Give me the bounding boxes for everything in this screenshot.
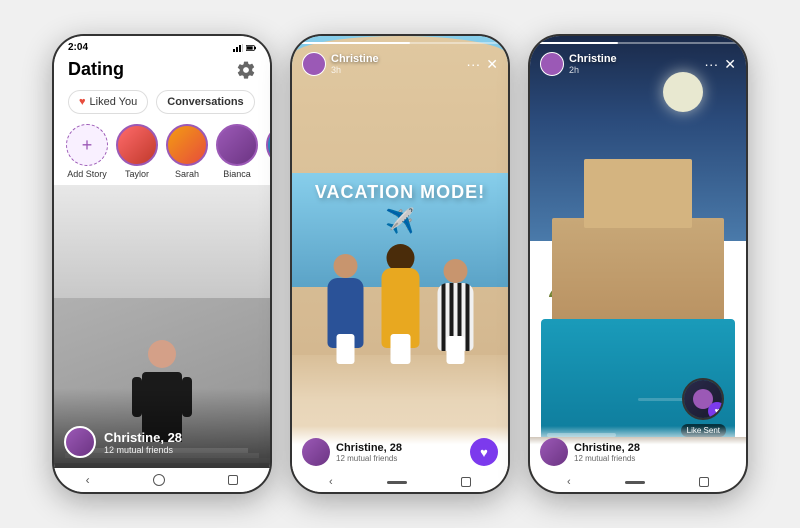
story-avatar-2 [302,52,326,76]
profile-mutual: 12 mutual friends [104,445,182,455]
add-story-label: Add Story [67,169,107,179]
back-nav-3[interactable]: ‹ [567,476,571,488]
story-user-text: Christine 3h [331,53,379,75]
conversations-label: Conversations [167,96,243,108]
phone-3: 🌴 🌴 🌴 [528,34,748,494]
close-story-icon-3[interactable]: ✕ [724,56,736,73]
story-actions-2: ··· ✕ [466,56,498,73]
story-profile-avatar-2 [302,438,330,466]
tab-conversations[interactable]: Conversations [156,90,254,114]
story-username-3: Christine [569,53,617,65]
home-bar-nav-2[interactable] [387,481,407,484]
liked-you-label: Liked You [90,96,138,108]
bianca-avatar [216,124,258,166]
status-bar-1: 2:04 [54,36,270,55]
back-arrow-nav[interactable]: ‹ [86,473,90,487]
battery-icon [246,44,256,52]
story-profile-info-3: Christine, 28 12 mutual friends [574,442,640,463]
like-button-2[interactable]: ♥ [470,438,498,466]
app-header: Dating [54,55,270,86]
profile-text: Christine, 28 12 mutual friends [104,430,182,455]
status-icons [233,44,256,52]
phone-3-screen: 🌴 🌴 🌴 [530,36,746,492]
add-story-item[interactable]: + Add Story [66,124,108,179]
story-header-3: Christine 2h ··· ✕ [530,44,746,80]
story-screen-3: 🌴 🌴 🌴 [530,36,746,492]
heart-icon: ♥ [79,96,86,108]
tab-liked-you[interactable]: ♥ Liked You [68,90,148,114]
story-title: VACATION MODE! [315,182,485,203]
like-heart-badge: ♥ [708,402,724,420]
phone-1: 2:04 Dating [52,34,272,494]
story-overlay-2: Christine 3h ··· ✕ VACATION MODE! ✈️ [292,36,508,492]
profile-info-overlay: Christine, 28 12 mutual friends [64,426,260,458]
like-sent-avatar: ♥ [682,378,724,420]
story-screen-2: Christine 3h ··· ✕ VACATION MODE! ✈️ [292,36,508,492]
story-profile-name-3: Christine, 28 [574,442,640,454]
story-profile-name-2: Christine, 28 [336,442,402,454]
plane-emoji: ✈️ [315,207,485,236]
sarah-label: Sarah [175,169,199,179]
back-nav-2[interactable]: ‹ [329,476,333,488]
story-profile-row-3: Christine, 28 12 mutual friends [540,438,736,466]
phone-2-screen: Christine 3h ··· ✕ VACATION MODE! ✈️ [292,36,508,492]
square-nav[interactable] [228,475,238,485]
story-profile-row-2: Christine, 28 12 mutual friends ♥ [302,438,498,466]
story-avatar-3 [540,52,564,76]
story-username-2: Christine [331,53,379,65]
story-header-2: Christine 3h ··· ✕ [292,44,508,80]
square-nav-3[interactable] [699,477,709,487]
story-sp[interactable]: Sp [266,124,270,179]
story-actions-3: ··· ✕ [704,56,736,73]
phone-2: Christine 3h ··· ✕ VACATION MODE! ✈️ [290,34,510,494]
story-taylor[interactable]: Taylor [116,124,158,179]
nav-bar-1: ‹ [54,468,270,492]
profile-name: Christine, 28 [104,430,182,445]
close-story-icon[interactable]: ✕ [486,56,498,73]
signal-icon [233,44,243,52]
story-profile-info-2: Christine, 28 12 mutual friends [336,442,402,463]
story-profile-left-2: Christine, 28 12 mutual friends [302,438,402,466]
more-options-icon[interactable]: ··· [466,56,480,72]
home-bar-nav-3[interactable] [625,481,645,484]
story-profile-left-3: Christine, 28 12 mutual friends [540,438,640,466]
phone-1-screen: 2:04 Dating [54,36,270,492]
story-profile-mutual-3: 12 mutual friends [574,454,640,463]
taylor-label: Taylor [125,169,149,179]
story-profile-mutual-2: 12 mutual friends [336,454,402,463]
story-time-2: 3h [331,65,379,75]
square-nav-2[interactable] [461,477,471,487]
like-sent-avatars: ♥ [682,378,724,420]
taylor-avatar [116,124,158,166]
sp-avatar [266,124,270,166]
plus-icon: + [82,135,93,156]
home-circle-nav[interactable] [153,474,165,486]
story-overlay-3: Christine 2h ··· ✕ [530,36,746,492]
time-display: 2:04 [68,42,88,53]
story-bianca[interactable]: Bianca [216,124,258,179]
add-story-button[interactable]: + [66,124,108,166]
profile-small-avatar [64,426,96,458]
story-sarah[interactable]: Sarah [166,124,208,179]
app-title: Dating [68,59,124,80]
stories-row: + Add Story Taylor Sarah Bianca Sp [54,120,270,185]
story-profile-avatar-3 [540,438,568,466]
story-user-info-2: Christine 3h [302,52,379,76]
sarah-avatar [166,124,208,166]
tabs-row: ♥ Liked You Conversations [54,86,270,120]
story-time-3: 2h [569,65,617,75]
more-options-icon-3[interactable]: ··· [704,56,718,72]
story-user-text-3: Christine 2h [569,53,617,75]
story-user-info-3: Christine 2h [540,52,617,76]
settings-icon[interactable] [236,60,256,80]
bianca-label: Bianca [223,169,251,179]
profile-card[interactable]: Christine, 28 12 mutual friends [54,185,270,468]
